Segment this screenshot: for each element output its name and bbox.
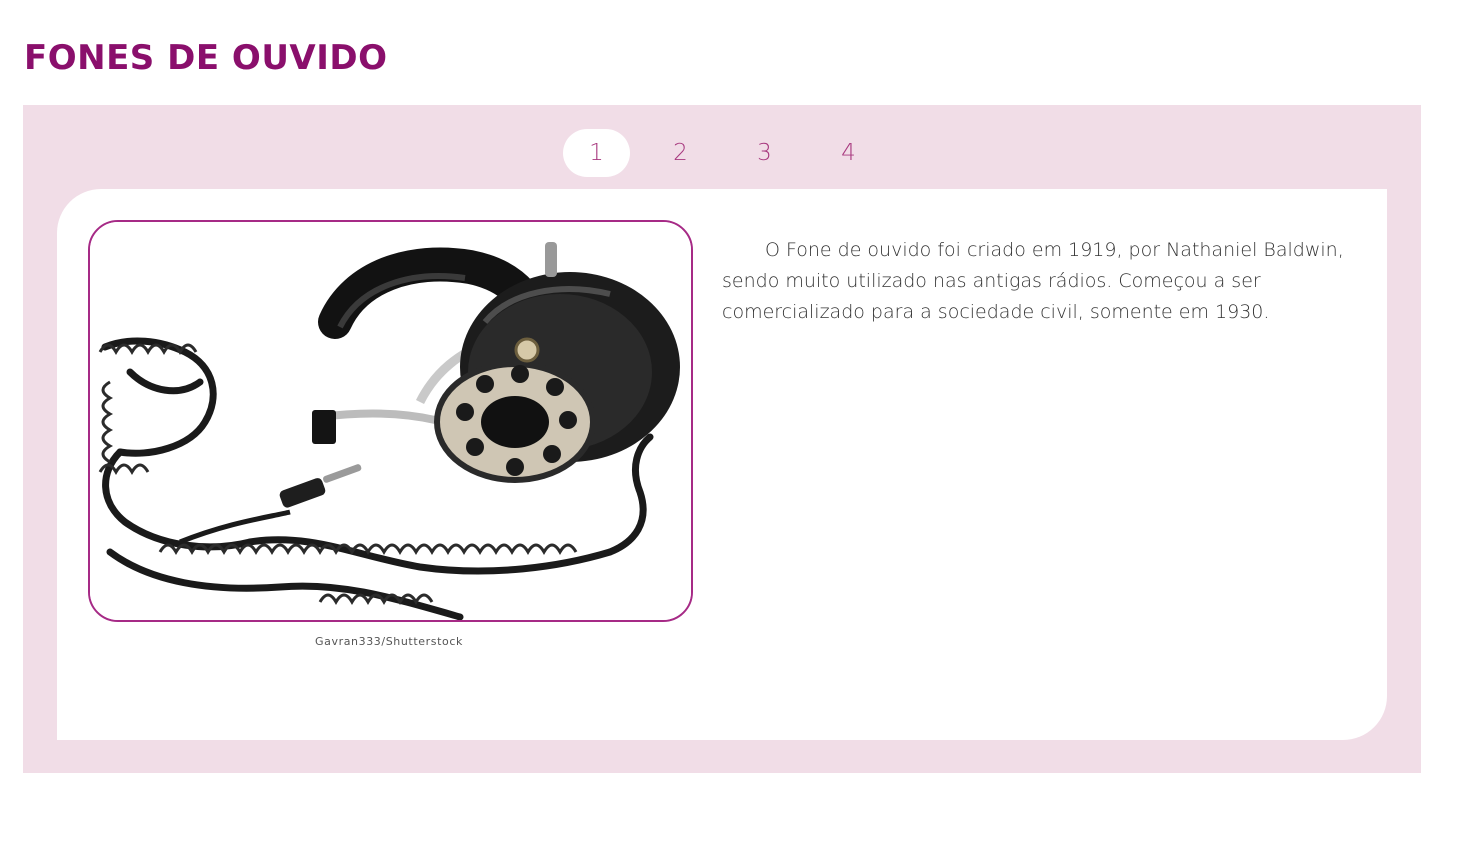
tab-3[interactable]: 3	[731, 129, 798, 177]
slide-text: O Fone de ouvido foi criado em 1919, por…	[722, 239, 1344, 323]
tab-4[interactable]: 4	[815, 129, 882, 177]
headphones-photo	[88, 220, 693, 622]
tab-1[interactable]: 1	[563, 129, 630, 177]
photo-credit: Gavran333/Shutterstock	[315, 635, 463, 648]
carousel-tabs: 1 2 3 4	[563, 129, 899, 177]
carousel: 1 2 3 4 Gavran333/Shutterstock O Fone de…	[23, 105, 1421, 773]
page-title: FONES DE OUVIDO	[24, 38, 388, 78]
tab-2[interactable]: 2	[647, 129, 714, 177]
slide-card: Gavran333/Shutterstock O Fone de ouvido …	[57, 189, 1387, 740]
